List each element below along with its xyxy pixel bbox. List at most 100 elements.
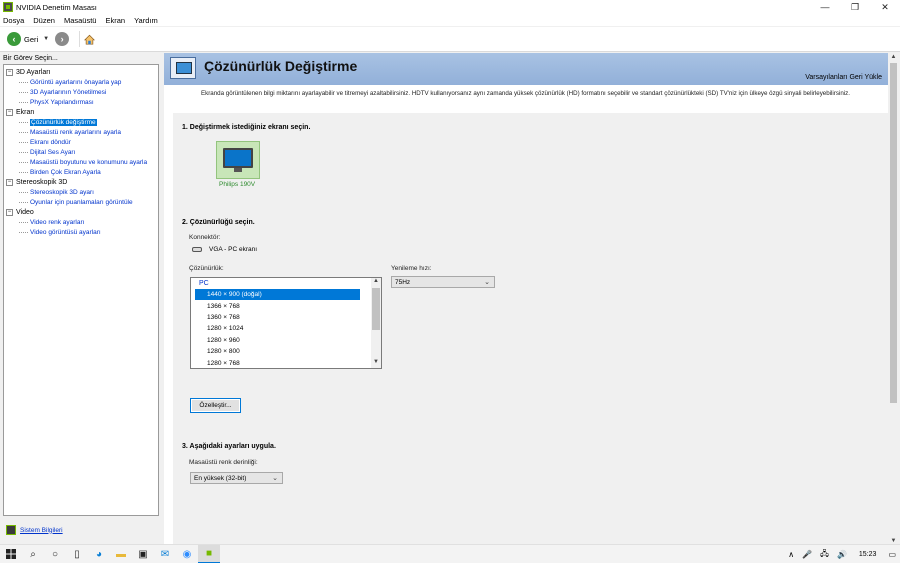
tree-item-multiple-displays[interactable]: Birden Çok Ekran Ayarla	[6, 167, 156, 177]
microphone-icon[interactable]: 🎤	[802, 550, 812, 559]
tree-category-display[interactable]: − Ekran	[6, 107, 156, 117]
tree-item-video-image[interactable]: Video görüntüsü ayarları	[6, 227, 156, 237]
menu-help[interactable]: Yardım	[134, 16, 158, 25]
scroll-thumb[interactable]	[372, 288, 380, 330]
back-arrow-icon[interactable]: ‹	[7, 32, 21, 46]
vga-connector-icon	[192, 247, 202, 252]
resolution-page-icon	[170, 57, 196, 79]
connector-value-row: VGA - PC ekranı	[192, 246, 257, 253]
tree-item-desktop-size[interactable]: Masaüstü boyutunu ve konumunu ayarla	[6, 157, 156, 167]
resolution-option[interactable]: 1440 × 900 (doğal)	[195, 289, 360, 301]
nvidia-taskbar-icon[interactable]: ■	[198, 544, 220, 563]
window-controls: — ❐ ✕	[810, 0, 900, 14]
task-select-label: Bir Görev Seçin...	[3, 55, 58, 62]
scroll-up-icon[interactable]: ▲	[888, 54, 899, 60]
tree-item-image-settings[interactable]: Görüntü ayarlarını önayarla yap	[6, 77, 156, 87]
volume-icon[interactable]: 🔊	[837, 550, 847, 559]
title-bar: NVIDIA Denetim Masası — ❐ ✕	[0, 0, 900, 14]
collapse-icon[interactable]: −	[6, 108, 13, 116]
tree-item-desktop-color[interactable]: Masaüstü renk ayarlarını ayarla	[6, 127, 156, 137]
menu-desktop[interactable]: Masaüstü	[64, 16, 97, 25]
scroll-down-icon[interactable]: ▼	[371, 359, 381, 368]
tree-category-3d[interactable]: −3D Ayarları	[6, 67, 156, 77]
monitor-icon	[223, 148, 253, 172]
zoom-icon[interactable]: ◉	[176, 545, 198, 563]
color-depth-select[interactable]: En yüksek (32-bit) ⌄	[190, 472, 283, 484]
main-scrollbar[interactable]: ▲ ▼	[888, 53, 899, 545]
resolution-list[interactable]: PC 1440 × 900 (doğal) 1366 × 768 1360 × …	[190, 277, 382, 369]
history-dropdown-icon[interactable]: ▼	[43, 36, 49, 42]
edge-browser-icon[interactable]: ◕	[88, 545, 110, 563]
settings-panel: 1. Değiştirmek istediğiniz ekranı seçin.…	[173, 113, 888, 545]
customize-button[interactable]: Özelleştir...	[190, 398, 241, 413]
scroll-thumb[interactable]	[890, 63, 897, 403]
close-button[interactable]: ✕	[870, 0, 900, 14]
tree-category-stereo3d[interactable]: − Stereoskopik 3D	[6, 177, 156, 187]
display-selector-philips[interactable]	[216, 141, 260, 179]
home-button[interactable]	[79, 31, 96, 47]
tree-item-rotate-display[interactable]: Ekranı döndür	[6, 137, 156, 147]
notifications-icon[interactable]: ▭	[888, 550, 896, 559]
network-icon[interactable]: 🖧	[820, 548, 829, 562]
tree-item-change-resolution[interactable]: Çözünürlük değiştirme	[6, 117, 156, 127]
windows-logo-icon	[6, 549, 16, 559]
resolution-option[interactable]: 1360 × 768	[195, 312, 360, 323]
section2-title: 2. Çözünürlüğü seçin.	[182, 219, 255, 226]
collapse-icon[interactable]: −	[6, 68, 13, 76]
tree-item-physx[interactable]: PhysX Yapılandırması	[6, 97, 156, 107]
chevron-down-icon: ⌄	[484, 279, 490, 286]
scroll-up-icon[interactable]: ▲	[371, 278, 381, 287]
store-icon[interactable]: ▣	[132, 545, 154, 563]
back-button-label[interactable]: Geri	[24, 35, 38, 44]
task-view-icon[interactable]: ▯	[66, 545, 88, 563]
resolution-option[interactable]: 1280 × 960	[195, 335, 360, 346]
forward-arrow-icon[interactable]: ›	[55, 32, 70, 46]
clock[interactable]: 15:23	[859, 551, 877, 558]
show-hidden-icons-icon[interactable]: ∧	[788, 550, 794, 559]
collapse-icon[interactable]: −	[6, 178, 13, 186]
start-button[interactable]	[0, 545, 22, 563]
tree-item-video-color[interactable]: Video renk ayarları	[6, 217, 156, 227]
restore-defaults-link[interactable]: Varsayılanları Geri Yükle	[805, 74, 882, 81]
system-tray: ∧ 🎤 🖧 🔊 15:23 ▭	[784, 545, 900, 563]
page-title: Çözünürlük Değiştirme	[204, 58, 358, 74]
resolution-option[interactable]: 1280 × 768	[195, 357, 360, 368]
cortana-icon[interactable]: ○	[44, 545, 66, 563]
mail-icon[interactable]: ✉	[154, 545, 176, 563]
tree-item-game-ratings[interactable]: Oyunlar için puanlamaları görüntüle	[6, 197, 156, 207]
section1-title: 1. Değiştirmek istediğiniz ekranı seçin.	[182, 124, 311, 131]
system-info-link[interactable]: Sistem Bilgileri	[6, 525, 63, 535]
tree-item-stereo-setup[interactable]: Stereoskopik 3D ayarı	[6, 187, 156, 197]
tree-category-video[interactable]: − Video	[6, 207, 156, 217]
menu-display[interactable]: Ekran	[105, 16, 125, 25]
menu-file[interactable]: Dosya	[3, 16, 24, 25]
menu-bar: Dosya Düzen Masaüstü Ekran Yardım	[0, 14, 900, 26]
refresh-rate-label: Yenileme hızı:	[391, 265, 432, 272]
search-icon[interactable]: ⌕	[22, 545, 44, 563]
resolution-group-pc: PC	[199, 280, 209, 287]
maximize-button[interactable]: ❐	[840, 0, 870, 14]
file-explorer-icon[interactable]: ▬	[110, 545, 132, 563]
resolution-label: Çözünürlük:	[189, 265, 224, 272]
color-depth-label: Masaüstü renk derinliği:	[189, 459, 258, 466]
tree-item-digital-audio[interactable]: Dijital Ses Ayarı	[6, 147, 156, 157]
connector-value: VGA - PC ekranı	[209, 246, 258, 253]
menu-edit[interactable]: Düzen	[33, 16, 55, 25]
resolution-option[interactable]: 1280 × 1024	[195, 323, 360, 334]
nvidia-logo-icon	[3, 2, 13, 12]
collapse-icon[interactable]: −	[6, 208, 13, 216]
resolution-list-scrollbar[interactable]: ▲ ▼	[371, 278, 381, 368]
page-header: Çözünürlük Değiştirme Varsayılanları Ger…	[164, 53, 888, 85]
system-info-icon	[6, 525, 16, 535]
connector-label: Konnektör:	[189, 234, 221, 241]
tree-item-manage-3d[interactable]: 3D Ayarlarının Yönetilmesi	[6, 87, 156, 97]
task-tree: −3D Ayarları Görüntü ayarlarını önayarla…	[3, 64, 159, 516]
display-name-label[interactable]: Philips 190V	[219, 181, 255, 188]
resolution-option[interactable]: 1366 × 768	[195, 300, 360, 311]
refresh-rate-select[interactable]: 75Hz ⌄	[391, 276, 495, 288]
main-content: Çözünürlük Değiştirme Varsayılanları Ger…	[164, 53, 899, 545]
toolbar: ‹ Geri ▼ ›	[0, 27, 900, 52]
chevron-down-icon: ⌄	[272, 475, 278, 482]
resolution-option[interactable]: 1280 × 800	[195, 346, 360, 357]
minimize-button[interactable]: —	[810, 0, 840, 14]
